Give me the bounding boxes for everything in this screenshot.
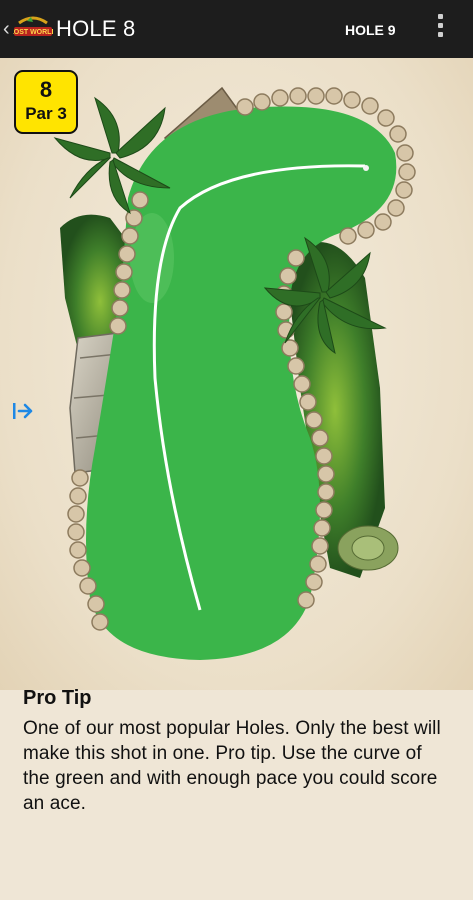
par-label: Par 3 bbox=[25, 104, 67, 123]
page-title: HOLE 8 bbox=[56, 16, 136, 41]
pro-tip-text: One of our most popular Holes. Only the … bbox=[23, 718, 441, 814]
hole-cup bbox=[363, 165, 369, 171]
course-illustration bbox=[53, 86, 416, 660]
more-vertical-icon[interactable] bbox=[432, 14, 448, 44]
app-bar: ‹ LOST WORLD HOLE 8 HOLE 9 bbox=[0, 0, 473, 58]
pro-tip-title: Pro Tip bbox=[23, 687, 92, 709]
lost-world-logo[interactable]: LOST WORLD bbox=[13, 15, 53, 41]
chevron-left-icon[interactable]: ‹ bbox=[3, 19, 10, 39]
succulent bbox=[337, 525, 399, 571]
next-hole-button[interactable]: HOLE 9 bbox=[345, 22, 396, 38]
par-badge: 8 Par 3 bbox=[14, 70, 78, 134]
svg-text:LOST WORLD: LOST WORLD bbox=[13, 29, 53, 36]
hole-map bbox=[0, 58, 473, 690]
collapse-arrow-icon[interactable] bbox=[10, 398, 36, 424]
pro-tip-section: Pro Tip One of our most popular Holes. O… bbox=[23, 686, 453, 816]
hole-number: 8 bbox=[39, 77, 53, 102]
